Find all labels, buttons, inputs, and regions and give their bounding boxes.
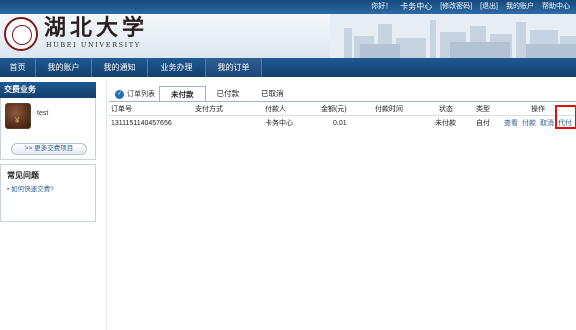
tab-unpaid[interactable]: 未付款 <box>159 86 206 102</box>
help-center-link[interactable]: 帮助中心 <box>542 2 570 11</box>
change-password-link[interactable]: [修改密码] <box>440 2 472 11</box>
faq-link-quick-pay[interactable]: • 如何快速交费? <box>7 183 54 193</box>
sidebar: 交费业务 test >> 更多交费项目 常见问题 • 如何快速交费? <box>0 82 96 330</box>
column-header-amount: 金额(元) <box>321 106 347 113</box>
column-header-pay-method: 支付方式 <box>195 106 223 113</box>
column-header-type: 类型 <box>476 106 490 113</box>
page: 你好！ 卡务中心 [修改密码] [退出] 我的账户 帮助中心 湖北大学 HUBE… <box>0 0 576 330</box>
sidebar-title: 交费业务 <box>0 82 96 98</box>
column-header-pay-time: 付款时间 <box>375 106 403 113</box>
order-number: 1311151140457656 <box>111 120 172 127</box>
tab-paid[interactable]: 已付款 <box>206 86 251 102</box>
university-seal-logo <box>4 17 38 51</box>
view-link[interactable]: 查看 <box>504 116 518 132</box>
column-header-actions: 操作 <box>531 106 545 113</box>
cancel-link[interactable]: 取消 <box>540 116 554 132</box>
user-name: test <box>37 110 49 117</box>
column-header-payer: 付款人 <box>265 106 286 113</box>
campus-skyline-image <box>330 14 576 58</box>
column-header-order-no: 订单号 <box>111 106 132 113</box>
nav-item-home[interactable]: 首页 <box>0 58 36 77</box>
order-tabs: ✓ 订单列表 未付款 已付款 已取消 <box>111 86 295 102</box>
tab-cancelled[interactable]: 已取消 <box>250 86 295 102</box>
pay-link[interactable]: 付款 <box>522 116 536 132</box>
faq-panel: 常见问题 • 如何快速交费? <box>0 164 96 222</box>
header: 你好！ 卡务中心 [修改密码] [退出] 我的账户 帮助中心 湖北大学 HUBE… <box>0 0 576 58</box>
current-user-name: 卡务中心 <box>400 2 433 11</box>
table-header: 订单号 支付方式 付款人 金额(元) 付款时间 状态 类型 操作 <box>109 104 576 116</box>
university-subtitle: HUBEI UNIVERSITY <box>46 41 141 49</box>
column-header-status: 状态 <box>439 106 453 113</box>
orders-panel: ✓ 订单列表 未付款 已付款 已取消 订单号 支付方式 付款人 金额(元) 付款… <box>106 82 576 330</box>
nav-item-my-notices[interactable]: 我的通知 <box>92 58 148 77</box>
type-text: 自付 <box>476 120 490 127</box>
faq-title: 常见问题 <box>7 171 39 180</box>
greeting-text: 你好！ <box>371 3 393 10</box>
nav-item-my-account[interactable]: 我的账户 <box>36 58 92 77</box>
more-payment-items-button[interactable]: >> 更多交费项目 <box>11 143 87 155</box>
user-panel: test >> 更多交费项目 <box>0 98 96 160</box>
highlight-annotation-box <box>555 105 576 129</box>
nav-item-business[interactable]: 业务办理 <box>148 58 206 77</box>
my-account-link[interactable]: 我的账户 <box>506 2 534 11</box>
payer: 卡务中心 <box>265 120 293 127</box>
logout-link[interactable]: [退出] <box>480 2 498 11</box>
orders-table: 订单号 支付方式 付款人 金额(元) 付款时间 状态 类型 操作 1311151… <box>109 104 576 132</box>
check-circle-icon: ✓ <box>115 89 124 99</box>
status-text: 未付款 <box>435 120 456 127</box>
top-utility-bar: 你好！ 卡务中心 [修改密码] [退出] 我的账户 帮助中心 <box>0 0 576 14</box>
nav-item-my-orders[interactable]: 我的订单 <box>206 58 262 77</box>
order-list-label: ✓ 订单列表 <box>115 89 155 99</box>
table-row: 1311151140457656 卡务中心 0.01 未付款 自付 查看 付款 … <box>109 116 576 132</box>
amount: 0.01 <box>333 120 347 127</box>
university-name-logo: 湖北大学 <box>44 15 149 41</box>
main-nav: 首页 我的账户 我的通知 业务办理 我的订单 <box>0 58 576 77</box>
avatar <box>5 103 31 129</box>
